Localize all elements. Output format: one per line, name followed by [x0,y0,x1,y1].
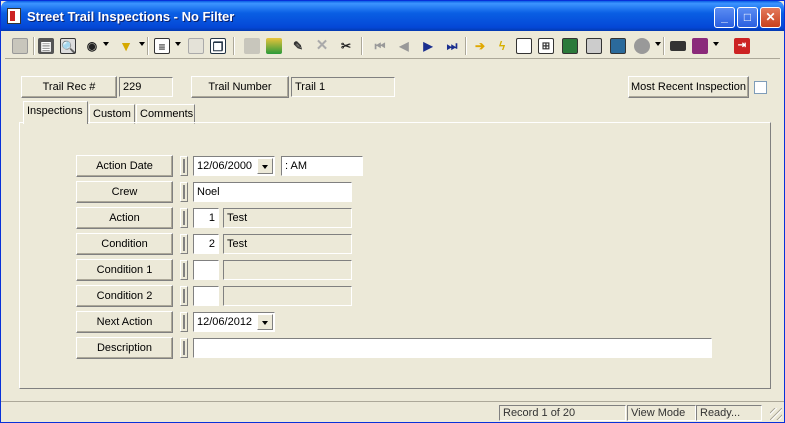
print-preview-icon[interactable]: 🔍 [57,35,79,57]
action-label[interactable]: Action [76,207,173,229]
most-recent-inspection-button[interactable]: Most Recent Inspection [628,76,749,98]
report-icon[interactable] [513,35,535,57]
maximize-button[interactable]: □ [737,7,758,28]
description-label[interactable]: Description [76,337,173,359]
globe-icon[interactable] [631,35,653,57]
go-to-record-icon[interactable]: ➔ [469,35,491,57]
ready-status: Ready... [696,405,762,421]
last-record-icon[interactable]: ⏭ [441,35,463,57]
action-code-field[interactable]: 1 [193,208,219,228]
row-grip [180,338,188,358]
toolbar: ▤ 🔍 ◉ ▼ ≡ ❐ ✎ ✕ ✂ ⏮ ◀ ▶ ⏭ ➔ ϟ ⊞ ⇥ [5,33,780,59]
sort-icon[interactable]: ≡ [151,35,173,57]
keyboard-icon[interactable] [667,35,689,57]
row-grip [180,286,188,306]
row-grip [180,234,188,254]
next-action-label[interactable]: Next Action [76,311,173,333]
action-date-value: 12/06/2000 [197,160,253,172]
edit-pencil-icon[interactable]: ✎ [287,35,309,57]
exit-icon[interactable]: ⇥ [731,35,753,57]
row-grip [180,208,188,228]
search-dropdown-icon[interactable] [103,42,109,46]
condition-1-code-field[interactable] [193,260,219,280]
close-button[interactable]: ✕ [760,7,781,28]
title-bar[interactable]: Street Trail Inspections - No Filter _ □… [1,1,784,31]
condition-2-label[interactable]: Condition 2 [76,285,173,307]
view-mode-status: View Mode [627,405,696,421]
book-icon[interactable] [689,35,711,57]
calculator-icon[interactable] [583,35,605,57]
paste-record-icon[interactable]: ❐ [207,35,229,57]
chart-icon[interactable] [607,35,629,57]
print-icon[interactable]: ▤ [35,35,57,57]
save-icon[interactable] [241,35,263,57]
row-grip [180,260,188,280]
chevron-down-icon[interactable] [257,158,273,174]
minimize-button[interactable]: _ [714,7,735,28]
map-icon[interactable] [559,35,581,57]
trail-rec-field: 229 [119,77,173,97]
condition-1-label[interactable]: Condition 1 [76,259,173,281]
tab-comments[interactable]: Comments [136,104,195,124]
row-grip [180,312,188,332]
new-record-icon[interactable] [9,35,31,57]
crew-field[interactable]: Noel [193,182,352,202]
chevron-down-icon[interactable] [257,314,273,330]
condition-1-desc-field [223,260,352,280]
condition-code-field[interactable]: 2 [193,234,219,254]
record-position-status: Record 1 of 20 [499,405,626,421]
trail-rec-label-button[interactable]: Trail Rec # [21,76,117,98]
globe-dropdown-icon[interactable] [655,42,661,46]
resize-grip[interactable] [770,408,782,420]
app-window: Street Trail Inspections - No Filter _ □… [0,0,785,423]
first-record-icon[interactable]: ⏮ [369,35,391,57]
tree-icon[interactable]: ⊞ [535,35,557,57]
lightning-icon[interactable]: ϟ [491,35,513,57]
copy-record-icon[interactable] [185,35,207,57]
status-bar: Record 1 of 20 View Mode Ready... [1,401,784,422]
row-grip [180,156,188,176]
next-action-date-field[interactable]: 12/06/2012 [193,312,275,332]
delete-x-icon[interactable]: ✕ [311,35,333,57]
tab-custom[interactable]: Custom [89,104,135,124]
condition-label[interactable]: Condition [76,233,173,255]
filter-dropdown-icon[interactable] [139,42,145,46]
action-time-field[interactable]: : AM [281,156,363,176]
action-date-field[interactable]: 12/06/2000 [193,156,275,176]
sort-dropdown-icon[interactable] [175,42,181,46]
app-icon [7,8,21,24]
tab-inspections[interactable]: Inspections [23,101,88,124]
crew-label[interactable]: Crew [76,181,173,203]
previous-record-icon[interactable]: ◀ [393,35,415,57]
cut-scissors-icon[interactable]: ✂ [335,35,357,57]
condition-desc-field: Test [223,234,352,254]
trail-number-field: Trail 1 [291,77,395,97]
action-desc-field: Test [223,208,352,228]
next-action-date-value: 12/06/2012 [197,316,253,328]
most-recent-checkbox[interactable] [754,81,767,94]
condition-2-code-field[interactable] [193,286,219,306]
trail-number-label-button[interactable]: Trail Number [191,76,289,98]
spellcheck-icon[interactable] [263,35,285,57]
description-field[interactable] [193,338,712,358]
filter-icon[interactable]: ▼ [115,35,137,57]
binoculars-search-icon[interactable]: ◉ [81,35,103,57]
condition-2-desc-field [223,286,352,306]
book-dropdown-icon[interactable] [713,42,719,46]
next-record-icon[interactable]: ▶ [417,35,439,57]
row-grip [180,182,188,202]
action-date-label[interactable]: Action Date [76,155,173,177]
window-title: Street Trail Inspections - No Filter [27,9,235,24]
